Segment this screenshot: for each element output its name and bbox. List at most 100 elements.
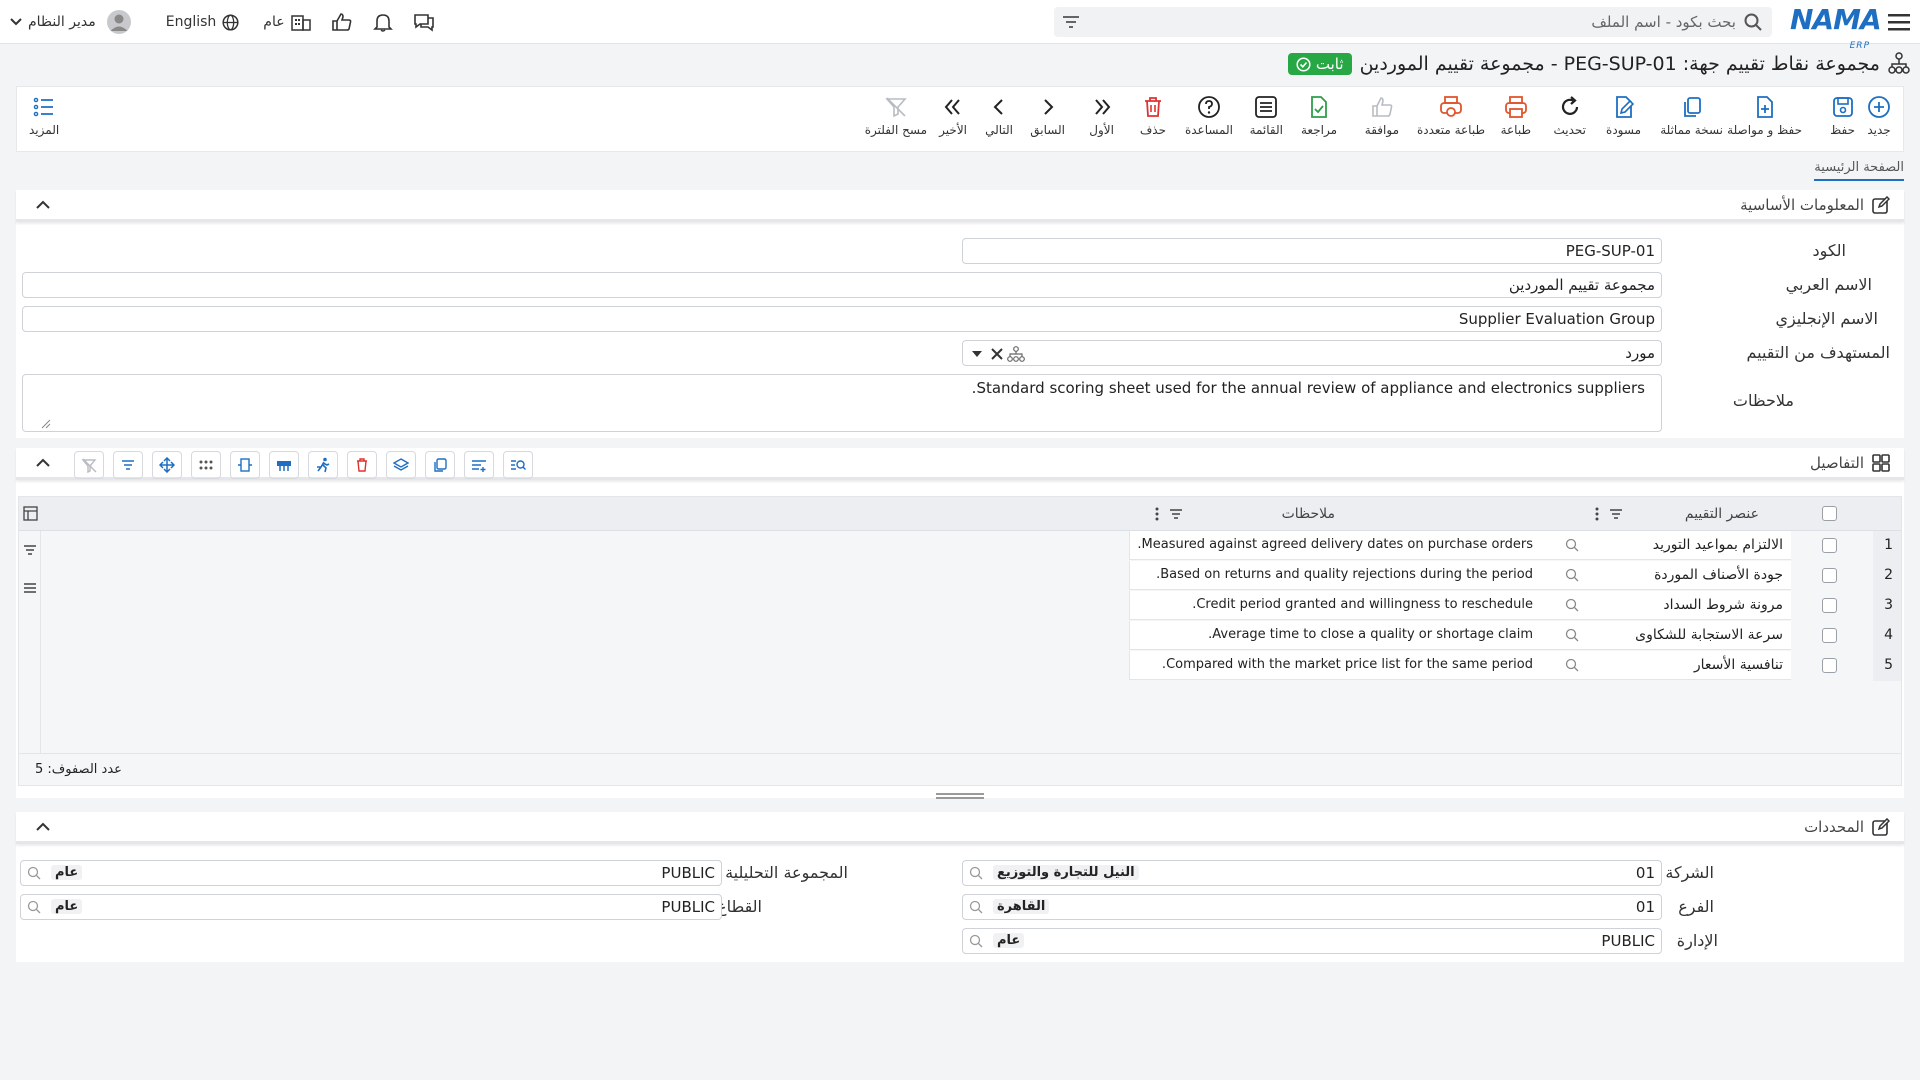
column-filter-icon[interactable] bbox=[1169, 507, 1183, 521]
globe-icon[interactable] bbox=[222, 13, 239, 31]
lookup-icon[interactable] bbox=[969, 934, 983, 948]
sector-field[interactable]: PUBLIC عام bbox=[20, 894, 722, 920]
review-button[interactable]: مراجعة bbox=[1301, 95, 1337, 137]
dots-grid-icon[interactable] bbox=[191, 451, 221, 479]
delete-button[interactable]: حذف bbox=[1140, 95, 1166, 137]
column-menu-icon[interactable] bbox=[1155, 506, 1159, 522]
user-name[interactable]: مدير النظام bbox=[28, 14, 96, 30]
table-row[interactable]: 3 مرونة شروط السداد Credit period granted … bbox=[19, 591, 1901, 621]
clear-x-icon[interactable] bbox=[991, 348, 1003, 360]
company-field[interactable]: 01 النيل للتجارة والتوزيع bbox=[962, 860, 1662, 886]
basic-info-header[interactable]: المعلومات الأساسية bbox=[16, 190, 1904, 222]
print-button[interactable]: طباعة bbox=[1501, 95, 1531, 137]
next-button[interactable]: التالي bbox=[985, 95, 1013, 137]
arabic-name-input[interactable]: مجموعة تقييم الموردين bbox=[22, 272, 1662, 298]
analytic-group-field[interactable]: PUBLIC عام bbox=[20, 860, 722, 886]
row-checkbox[interactable] bbox=[1822, 598, 1837, 613]
menu-icon[interactable] bbox=[1886, 10, 1912, 34]
runner-icon[interactable] bbox=[308, 451, 338, 479]
row-checkbox[interactable] bbox=[1822, 568, 1837, 583]
bell-icon[interactable] bbox=[372, 12, 393, 32]
search-rows-icon[interactable] bbox=[503, 451, 533, 479]
table-row[interactable]: 5 تنافسية الأسعار Compared with the market… bbox=[19, 651, 1901, 681]
save-continue-button[interactable]: حفظ و مواصلة bbox=[1727, 95, 1802, 137]
app-logo[interactable]: NAMA ERP bbox=[1790, 6, 1882, 52]
general-label[interactable]: عام bbox=[263, 14, 284, 30]
columns-panel-icon[interactable] bbox=[23, 506, 38, 521]
list-button[interactable]: القائمة bbox=[1250, 95, 1283, 137]
branch-field[interactable]: 01 القاهرة bbox=[962, 894, 1662, 920]
lookup-icon[interactable] bbox=[1565, 538, 1579, 552]
column-header-notes[interactable]: ملاحظات bbox=[1282, 506, 1335, 522]
last-button[interactable]: الأخير bbox=[939, 95, 967, 137]
column-header-item[interactable]: عنصر التقييم bbox=[1685, 506, 1759, 522]
lookup-icon[interactable] bbox=[27, 866, 41, 880]
copy-row-icon[interactable] bbox=[425, 451, 455, 479]
search-box[interactable]: بحث بكود - اسم الملف bbox=[1054, 7, 1772, 37]
splitter-handle[interactable] bbox=[936, 793, 984, 799]
cell-notes[interactable]: Credit period granted and willingness to… bbox=[1129, 591, 1539, 620]
cell-notes[interactable]: Average time to close a quality or short… bbox=[1129, 621, 1539, 650]
prev-button[interactable]: السابق bbox=[1030, 95, 1065, 137]
lookup-icon[interactable] bbox=[969, 866, 983, 880]
fit-columns-icon[interactable] bbox=[230, 451, 260, 479]
english-name-input[interactable]: Supplier Evaluation Group bbox=[22, 306, 1662, 332]
department-field[interactable]: PUBLIC عام bbox=[962, 928, 1662, 954]
row-checkbox[interactable] bbox=[1822, 628, 1837, 643]
help-button[interactable]: المساعدة bbox=[1185, 95, 1233, 137]
row-checkbox[interactable] bbox=[1822, 658, 1837, 673]
lookup-icon[interactable] bbox=[1565, 628, 1579, 642]
language-switch[interactable]: English bbox=[166, 14, 217, 30]
table-row[interactable]: 2 جودة الأصناف الموردة Based on returns an… bbox=[19, 561, 1901, 591]
code-input[interactable]: PEG-SUP-01 bbox=[962, 238, 1662, 264]
lookup-icon[interactable] bbox=[1565, 598, 1579, 612]
lookup-icon[interactable] bbox=[1565, 568, 1579, 582]
more-button[interactable]: المزيد bbox=[29, 95, 59, 137]
lookup-tree-icon[interactable] bbox=[1007, 346, 1025, 362]
cell-notes[interactable]: Based on returns and quality rejections … bbox=[1129, 561, 1539, 590]
first-button[interactable]: الأول bbox=[1089, 95, 1114, 137]
table-row[interactable]: 4 سرعة الاستجابة للشكاوى Average time to c… bbox=[19, 621, 1901, 651]
row-checkbox[interactable] bbox=[1822, 538, 1837, 553]
move-icon[interactable] bbox=[152, 451, 182, 479]
lookup-icon[interactable] bbox=[1565, 658, 1579, 672]
delete-row-icon[interactable] bbox=[347, 451, 377, 479]
draft-button[interactable]: مسودة bbox=[1606, 95, 1641, 137]
grid-clear-filter-icon[interactable] bbox=[74, 451, 104, 479]
new-button[interactable]: جديد bbox=[1867, 95, 1891, 137]
cell-notes[interactable]: Measured against agreed delivery dates o… bbox=[1129, 531, 1539, 560]
lookup-icon[interactable] bbox=[969, 900, 983, 914]
dropdown-chevron-icon[interactable] bbox=[971, 350, 983, 358]
add-rows-icon[interactable] bbox=[464, 451, 494, 479]
cell-notes[interactable]: Compared with the market price list for … bbox=[1129, 651, 1539, 680]
thumbs-up-icon[interactable] bbox=[331, 12, 353, 32]
target-select[interactable]: مورد bbox=[962, 340, 1662, 366]
column-filter-icon[interactable] bbox=[1609, 507, 1623, 521]
avatar-icon[interactable] bbox=[106, 9, 132, 35]
approve-button[interactable]: موافقة bbox=[1365, 95, 1399, 137]
resize-handle-icon[interactable] bbox=[41, 419, 51, 429]
table-row[interactable]: 1 الالتزام بمواعيد التوريد Measured agains… bbox=[19, 531, 1901, 561]
select-all-checkbox[interactable] bbox=[1822, 506, 1837, 521]
grid-filter-icon[interactable] bbox=[113, 451, 143, 479]
layers-icon[interactable] bbox=[386, 451, 416, 479]
tab-main[interactable]: الصفحة الرئيسية bbox=[1814, 160, 1904, 181]
refresh-button[interactable]: تحديث bbox=[1553, 95, 1586, 137]
chat-icon[interactable] bbox=[413, 12, 435, 32]
copy-button[interactable]: نسخة مماثلة bbox=[1660, 95, 1723, 137]
notes-textarea[interactable]: Standard scoring sheet used for the annu… bbox=[22, 374, 1662, 432]
building-icon[interactable] bbox=[290, 13, 311, 31]
chevron-up-icon[interactable] bbox=[36, 458, 50, 468]
lookup-icon[interactable] bbox=[27, 900, 41, 914]
chevron-up-icon[interactable] bbox=[36, 822, 50, 832]
save-button[interactable]: حفظ bbox=[1830, 95, 1855, 137]
table-icon[interactable] bbox=[269, 451, 299, 479]
chevron-down-icon[interactable] bbox=[10, 17, 22, 27]
search-input[interactable]: بحث بكود - اسم الملف bbox=[1591, 13, 1736, 31]
determinants-header[interactable]: المحددات bbox=[16, 812, 1904, 844]
column-menu-icon[interactable] bbox=[1595, 506, 1599, 522]
clear-filter-button[interactable]: مسح الفلترة bbox=[865, 95, 927, 137]
filter-icon[interactable] bbox=[1062, 13, 1080, 31]
multi-print-button[interactable]: طباعة متعددة bbox=[1417, 95, 1485, 137]
chevron-up-icon[interactable] bbox=[36, 200, 50, 210]
